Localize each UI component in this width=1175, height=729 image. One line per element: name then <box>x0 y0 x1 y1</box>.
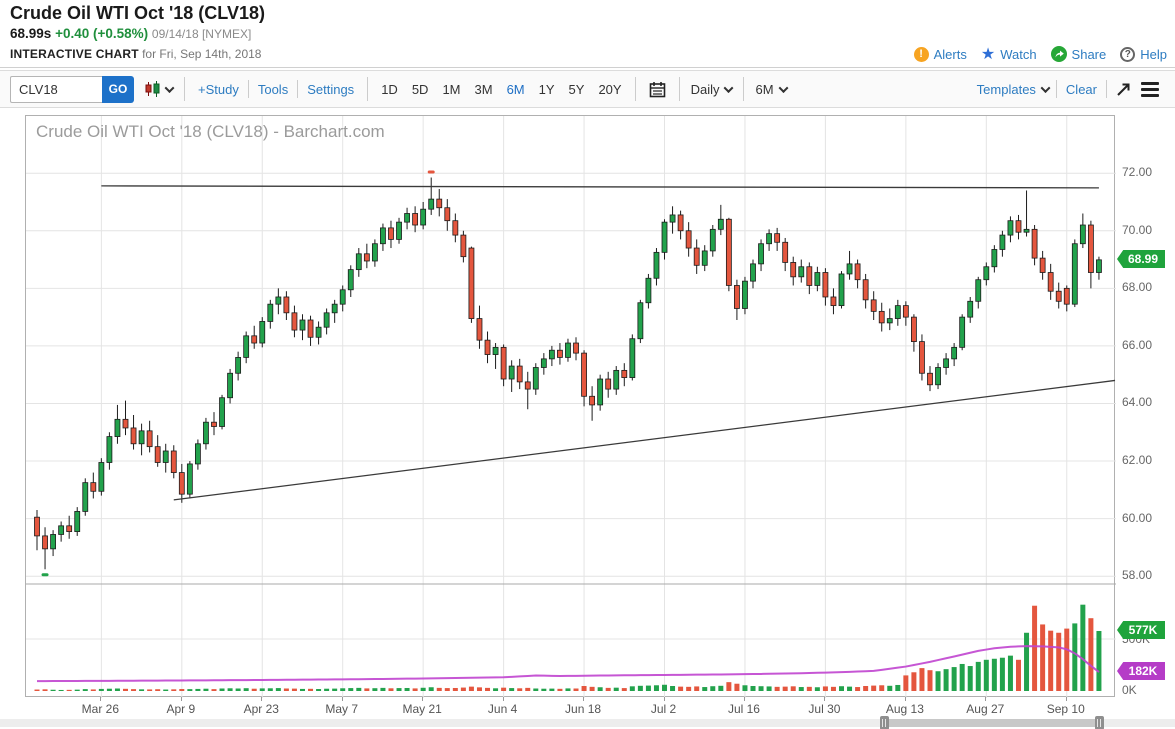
chart-subtitle: INTERACTIVE CHART for Fri, Sep 14th, 201… <box>10 47 261 61</box>
open-interest-badge: 182K <box>1117 662 1165 680</box>
range-button-1Y[interactable]: 1Y <box>539 82 555 97</box>
x-axis-label: Aug 13 <box>875 702 935 716</box>
volume-axis-label: 0K <box>1122 683 1137 697</box>
y-axis-label: 70.00 <box>1122 223 1152 237</box>
range-button-1M[interactable]: 1M <box>442 82 460 97</box>
page-title: Crude Oil WTI Oct '18 (CLV18) <box>10 3 265 24</box>
interactive-chart-page: Crude Oil WTI Oct '18 (CLV18) 68.99s +0.… <box>0 0 1175 729</box>
popout-arrow-icon <box>1116 82 1131 97</box>
candlestick-chart-icon <box>145 81 160 97</box>
range-buttons: 1D 5D 1M 3M 6M 1Y 5Y 20Y <box>381 82 621 97</box>
range-button-5D[interactable]: 5D <box>412 82 429 97</box>
chart-type-dropdown[interactable] <box>143 81 175 97</box>
menu-icon <box>1141 82 1159 85</box>
candlestick-chart <box>26 116 1116 698</box>
y-axis-label: 60.00 <box>1122 511 1152 525</box>
last-price: 68.99s <box>10 26 51 41</box>
help-icon: ? <box>1120 47 1135 62</box>
x-axis-label: Mar 26 <box>70 702 130 716</box>
watch-link[interactable]: ★ Watch <box>981 47 1037 62</box>
quote-date-exchange: 09/14/18 [NYMEX] <box>152 27 251 41</box>
chevron-down-icon <box>778 83 788 93</box>
range-button-6M[interactable]: 6M <box>507 82 525 97</box>
quote-line: 68.99s +0.40 (+0.58%) 09/14/18 [NYMEX] <box>10 26 251 41</box>
chevron-down-icon <box>165 83 175 93</box>
x-axis-label: Jul 2 <box>634 702 694 716</box>
last-price-badge: 68.99 <box>1117 250 1165 268</box>
share-icon <box>1051 46 1067 62</box>
calendar-icon <box>649 81 666 98</box>
symbol-input[interactable] <box>10 76 102 103</box>
go-button[interactable]: GO <box>102 76 134 103</box>
x-axis-label: Apr 9 <box>151 702 211 716</box>
chart-plot-area[interactable]: Crude Oil WTI Oct '18 (CLV18) - Barchart… <box>25 115 1115 697</box>
chart-toolbar: GO +Study Tools Settings 1D 5D 1M 3M 6M 1Y 5Y 2… <box>0 70 1175 108</box>
range-button-1D[interactable]: 1D <box>381 82 398 97</box>
chevron-down-icon <box>1040 83 1050 93</box>
settings-button[interactable]: Settings <box>303 82 358 97</box>
x-axis-label: Jun 4 <box>473 702 533 716</box>
header: Crude Oil WTI Oct '18 (CLV18) 68.99s +0.… <box>0 0 1175 68</box>
custom-date-button[interactable] <box>649 81 666 98</box>
y-axis-label: 66.00 <box>1122 338 1152 352</box>
range-button-5Y[interactable]: 5Y <box>569 82 585 97</box>
range-button-3M[interactable]: 3M <box>475 82 493 97</box>
clear-button[interactable]: Clear <box>1062 82 1101 97</box>
chart-for-date: for Fri, Sep 14th, 2018 <box>142 47 261 61</box>
y-axis-label: 64.00 <box>1122 395 1152 409</box>
x-axis-label: May 7 <box>312 702 372 716</box>
frequency-dropdown[interactable]: Daily <box>689 82 735 97</box>
y-axis-label: 68.00 <box>1122 280 1152 294</box>
x-axis-label: May 21 <box>392 702 452 716</box>
y-axis-label: 72.00 <box>1122 165 1152 179</box>
star-icon: ★ <box>981 47 995 62</box>
volume-badge: 577K <box>1117 621 1165 639</box>
time-scrollbar-range[interactable] <box>886 719 1098 727</box>
header-links: ! Alerts ★ Watch Share ? Help <box>914 46 1167 62</box>
x-axis-label: Apr 23 <box>231 702 291 716</box>
x-axis-label: Jun 18 <box>553 702 613 716</box>
alert-icon: ! <box>914 47 929 62</box>
share-link[interactable]: Share <box>1051 46 1107 62</box>
menu-button[interactable] <box>1141 82 1159 97</box>
y-axis-label: 58.00 <box>1122 568 1152 582</box>
templates-dropdown[interactable]: Templates <box>975 82 1051 97</box>
scrollbar-right-handle[interactable] <box>1095 716 1104 729</box>
tools-button[interactable]: Tools <box>254 82 292 97</box>
scrollbar-left-handle[interactable] <box>880 716 889 729</box>
add-study-button[interactable]: +Study <box>194 82 243 97</box>
x-axis-label: Aug 27 <box>955 702 1015 716</box>
x-axis-label: Sep 10 <box>1036 702 1096 716</box>
chevron-down-icon <box>724 83 734 93</box>
help-link[interactable]: ? Help <box>1120 47 1167 62</box>
period-dropdown[interactable]: 6M <box>753 82 788 97</box>
page-type-label: INTERACTIVE CHART <box>10 47 139 61</box>
x-axis-label: Jul 16 <box>714 702 774 716</box>
alerts-link[interactable]: ! Alerts <box>914 47 967 62</box>
popout-button[interactable] <box>1116 82 1131 97</box>
y-axis-label: 62.00 <box>1122 453 1152 467</box>
range-button-20Y[interactable]: 20Y <box>598 82 621 97</box>
price-change: +0.40 (+0.58%) <box>55 26 148 41</box>
x-axis-label: Jul 30 <box>794 702 854 716</box>
